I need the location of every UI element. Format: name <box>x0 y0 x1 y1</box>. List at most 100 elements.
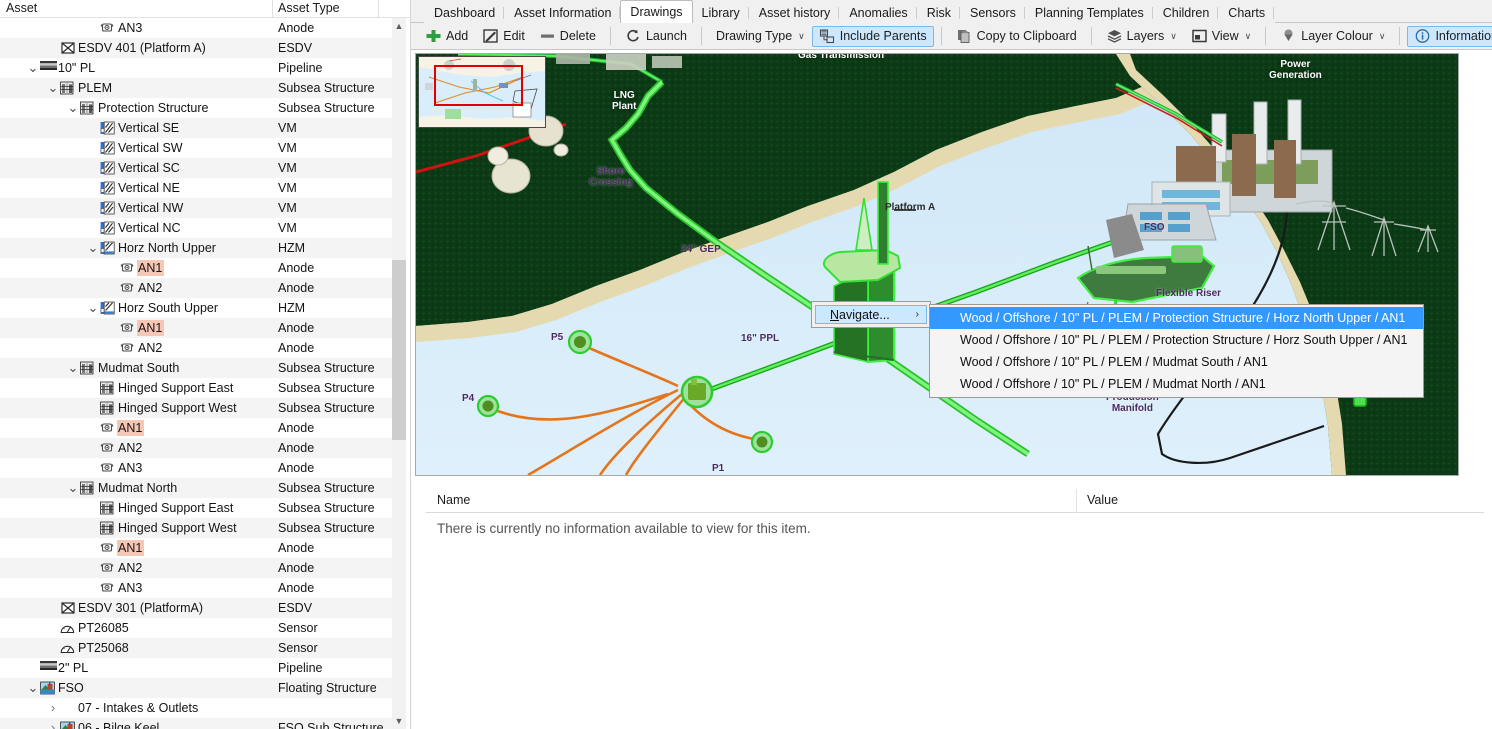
launch-button[interactable]: Launch <box>618 26 694 47</box>
layer-colour-dropdown[interactable]: Layer Colour ∨ <box>1273 26 1392 47</box>
tree-row-label[interactable]: FSO <box>57 680 86 696</box>
tree-row-label[interactable]: 2" PL <box>57 660 90 676</box>
tab-charts[interactable]: Charts <box>1218 2 1276 23</box>
chevron-down-icon[interactable]: ⌄ <box>26 61 40 75</box>
chevron-right-icon[interactable]: › <box>46 698 60 718</box>
tree-row-label[interactable]: Vertical SW <box>117 140 185 156</box>
tree-row[interactable]: Vertical SE VM <box>0 118 393 138</box>
chevron-down-icon[interactable]: ∨ <box>798 31 805 42</box>
tree-row[interactable]: ESDV 401 (Platform A) ESDV <box>0 38 393 58</box>
tree-row-label[interactable]: Vertical SC <box>117 160 182 176</box>
chevron-down-icon[interactable]: ⌄ <box>46 81 60 95</box>
chevron-down-icon[interactable]: ⌄ <box>66 361 80 375</box>
tree-row-label[interactable]: PT26085 <box>77 620 131 636</box>
chevron-down-icon[interactable]: ⌄ <box>86 301 100 315</box>
chevron-down-icon[interactable]: ⌄ <box>86 241 100 255</box>
add-button[interactable]: Add <box>418 26 475 47</box>
tree-row-label[interactable]: Hinged Support West <box>117 400 239 416</box>
tree-row-label[interactable]: AN3 <box>117 20 144 36</box>
tree-row[interactable]: Vertical NC VM <box>0 218 393 238</box>
tree-row[interactable]: AN3 Anode <box>0 18 393 38</box>
tree-row[interactable]: Vertical NW VM <box>0 198 393 218</box>
tree-row-label[interactable]: AN3 <box>117 460 144 476</box>
context-menu-navigate-item[interactable]: Navigate... › <box>815 305 927 324</box>
tree-row[interactable]: ⌄ 10" PL Pipeline <box>0 58 393 78</box>
chevron-down-icon[interactable]: ∨ <box>1379 31 1386 42</box>
chevron-down-icon[interactable]: ⌄ <box>66 101 80 115</box>
chevron-right-icon[interactable]: › <box>46 718 60 729</box>
tree-row-label[interactable]: AN3 <box>117 580 144 596</box>
tab-children[interactable]: Children <box>1152 2 1220 23</box>
tree-scrollbar[interactable]: ▲ ▼ <box>392 18 406 729</box>
context-menu-item[interactable]: Wood / Offshore / 10" PL / PLEM / Mudmat… <box>930 351 1423 373</box>
tree-row[interactable]: AN1 Anode <box>0 318 393 338</box>
tab-anomalies[interactable]: Anomalies <box>839 2 918 23</box>
tree-row-label[interactable]: PT25068 <box>77 640 131 656</box>
tree-row-label[interactable]: Hinged Support East <box>117 500 235 516</box>
chevron-down-icon[interactable]: ⌄ <box>26 681 40 695</box>
tree-row-label[interactable]: Horz South Upper <box>117 300 220 316</box>
drawing-graphic[interactable] <box>416 54 1458 475</box>
info-column-name[interactable]: Name <box>437 493 470 507</box>
tree-row[interactable]: Vertical SC VM <box>0 158 393 178</box>
tree-row[interactable]: Hinged Support West Subsea Structure <box>0 518 393 538</box>
minimap-overview[interactable] <box>418 56 546 128</box>
tree-row[interactable]: Vertical NE VM <box>0 178 393 198</box>
tree-row[interactable]: PT25068 Sensor <box>0 638 393 658</box>
tab-planning-templates[interactable]: Planning Templates <box>1024 2 1154 23</box>
tree-row-label[interactable]: AN2 <box>117 440 144 456</box>
tree-row[interactable]: › 06 - Bilge Keel FSO Sub Structure <box>0 718 393 729</box>
scrollbar-thumb[interactable] <box>392 260 406 440</box>
tree-row-label[interactable]: AN1 <box>137 320 165 336</box>
tree-row[interactable]: AN3 Anode <box>0 458 393 478</box>
tree-row[interactable]: Hinged Support East Subsea Structure <box>0 378 393 398</box>
tree-row[interactable]: › 07 - Intakes & Outlets <box>0 698 393 718</box>
tree-row-label[interactable]: Mudmat North <box>97 480 179 496</box>
tree-row-label[interactable]: AN2 <box>137 280 164 296</box>
tree-row-label[interactable]: 10" PL <box>57 60 97 76</box>
minimap-viewport-rect[interactable] <box>434 65 523 106</box>
tree-row[interactable]: Hinged Support West Subsea Structure <box>0 398 393 418</box>
tree-row[interactable]: ⌄ Horz North Upper HZM <box>0 238 393 258</box>
tree-row-label[interactable]: Vertical NC <box>117 220 183 236</box>
tab-dashboard[interactable]: Dashboard <box>424 2 506 23</box>
tab-asset-history[interactable]: Asset history <box>748 2 841 23</box>
info-column-divider[interactable] <box>1076 489 1077 513</box>
copy-to-clipboard-button[interactable]: Copy to Clipboard <box>949 26 1084 47</box>
tree-row[interactable]: ⌄ Horz South Upper HZM <box>0 298 393 318</box>
chevron-down-icon[interactable]: ∨ <box>1170 31 1177 42</box>
tree-row[interactable]: AN1 Anode <box>0 538 393 558</box>
tree-row-label[interactable]: AN2 <box>117 560 144 576</box>
tab-risk[interactable]: Risk <box>916 2 961 23</box>
context-menu-item[interactable]: Wood / Offshore / 10" PL / PLEM / Protec… <box>930 307 1423 329</box>
tree-row-label[interactable]: AN1 <box>117 540 145 556</box>
tree-row-label[interactable]: Vertical NE <box>117 180 182 196</box>
tab-sensors[interactable]: Sensors <box>960 2 1026 23</box>
include-parents-toggle[interactable]: Include Parents <box>811 25 934 47</box>
delete-button[interactable]: Delete <box>532 26 603 47</box>
tree-row-label[interactable]: 07 - Intakes & Outlets <box>77 700 200 716</box>
tree-row[interactable]: 2" PL Pipeline <box>0 658 393 678</box>
tree-row[interactable]: ⌄ Mudmat South Subsea Structure <box>0 358 393 378</box>
info-column-value[interactable]: Value <box>1087 493 1118 507</box>
tree-row[interactable]: Vertical SW VM <box>0 138 393 158</box>
tree-row-label[interactable]: Hinged Support East <box>117 380 235 396</box>
chevron-down-icon[interactable]: ⌄ <box>66 481 80 495</box>
tree-row[interactable]: AN2 Anode <box>0 338 393 358</box>
tree-row-label[interactable]: Protection Structure <box>97 100 210 116</box>
tree-row-label[interactable]: Hinged Support West <box>117 520 239 536</box>
tree-row[interactable]: ESDV 301 (PlatformA) ESDV <box>0 598 393 618</box>
tree-row[interactable]: AN2 Anode <box>0 438 393 458</box>
column-divider[interactable] <box>272 0 273 18</box>
tree-row[interactable]: ⌄ FSO Floating Structure <box>0 678 393 698</box>
tree-row[interactable]: PT26085 Sensor <box>0 618 393 638</box>
tree-row[interactable]: AN1 Anode <box>0 258 393 278</box>
tree-row-label[interactable]: AN1 <box>137 260 165 276</box>
tab-drawings[interactable]: Drawings <box>620 0 693 23</box>
tree-row[interactable]: AN2 Anode <box>0 278 393 298</box>
tree-row[interactable]: ⌄ PLEM Subsea Structure <box>0 78 393 98</box>
tree-row[interactable]: Hinged Support East Subsea Structure <box>0 498 393 518</box>
layers-dropdown[interactable]: Layers ∨ <box>1099 26 1184 47</box>
tree-row-label[interactable]: AN2 <box>137 340 164 356</box>
context-menu-item[interactable]: Wood / Offshore / 10" PL / PLEM / Mudmat… <box>930 373 1423 395</box>
